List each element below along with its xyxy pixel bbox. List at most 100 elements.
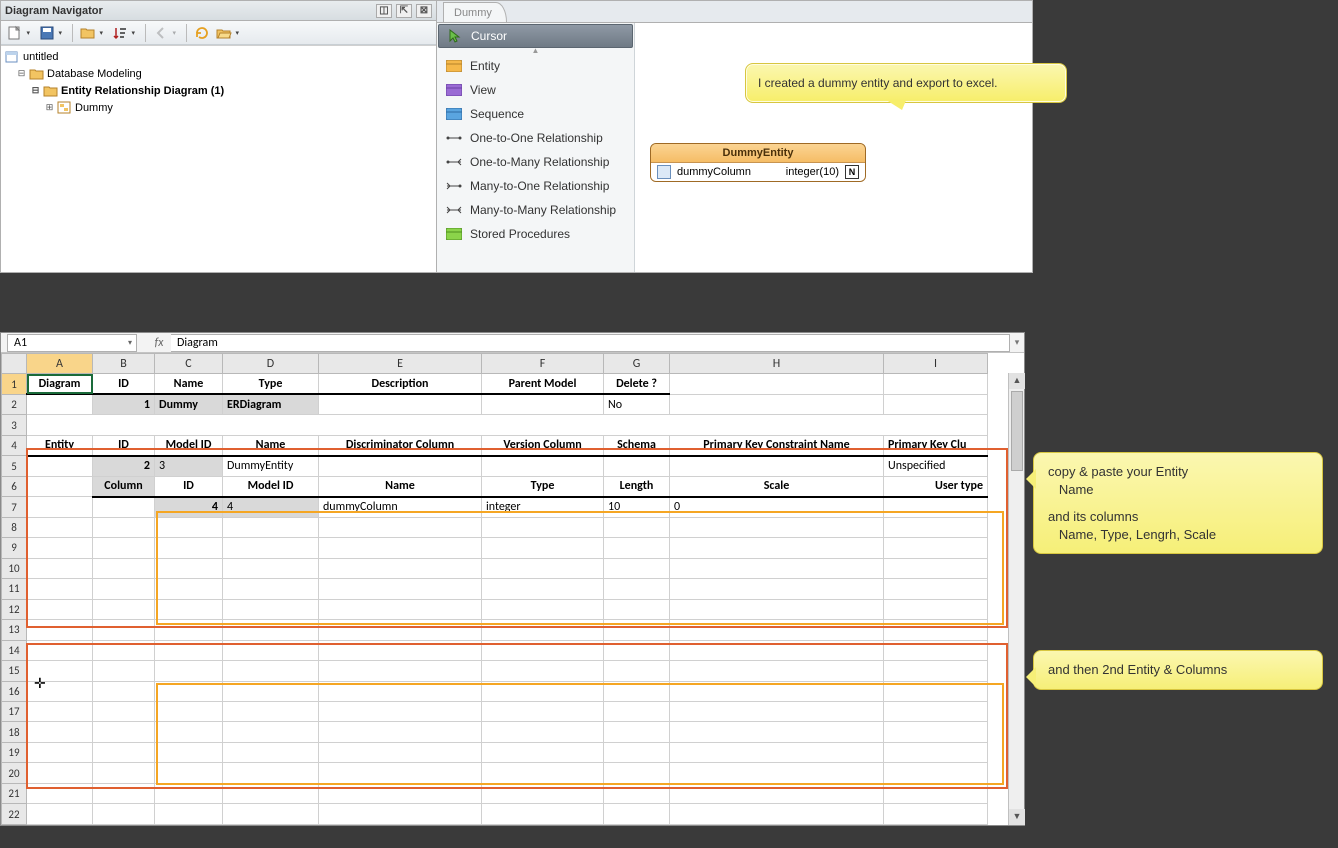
cell[interactable]: [319, 394, 482, 414]
palette-view[interactable]: View: [438, 78, 633, 102]
cell[interactable]: [884, 497, 988, 517]
palette-entity[interactable]: Entity: [438, 54, 633, 78]
canvas-note[interactable]: I created a dummy entity and export to e…: [745, 63, 1067, 103]
cell[interactable]: [93, 701, 155, 721]
cell[interactable]: [604, 640, 670, 660]
cell[interactable]: [223, 640, 319, 660]
cell[interactable]: [884, 742, 988, 762]
palette-many-to-one[interactable]: Many-to-One Relationship: [438, 174, 633, 198]
row-header[interactable]: 5: [2, 456, 27, 476]
cell[interactable]: [482, 722, 604, 742]
cell[interactable]: [884, 640, 988, 660]
cell[interactable]: [93, 804, 155, 825]
cell[interactable]: [27, 742, 93, 762]
cell[interactable]: [604, 456, 670, 476]
cell[interactable]: [482, 640, 604, 660]
cell[interactable]: [884, 783, 988, 803]
cell[interactable]: [93, 558, 155, 578]
cell[interactable]: [604, 620, 670, 640]
cell[interactable]: ERDiagram: [223, 394, 319, 414]
open-folder-button[interactable]: [214, 23, 234, 43]
row-header[interactable]: 2: [2, 394, 27, 414]
nav-back-button[interactable]: [151, 23, 171, 43]
col-header[interactable]: D: [223, 354, 319, 374]
cell[interactable]: [155, 517, 223, 537]
cell[interactable]: 3: [155, 456, 223, 476]
cell[interactable]: [670, 517, 884, 537]
cell[interactable]: [604, 681, 670, 701]
col-header[interactable]: C: [155, 354, 223, 374]
cell[interactable]: [27, 722, 93, 742]
cell[interactable]: [670, 640, 884, 660]
cell[interactable]: [223, 517, 319, 537]
cell[interactable]: [155, 763, 223, 783]
cell[interactable]: [604, 722, 670, 742]
cell[interactable]: [155, 722, 223, 742]
cell[interactable]: [155, 742, 223, 762]
col-header[interactable]: B: [93, 354, 155, 374]
diagram-canvas[interactable]: I created a dummy entity and export to e…: [635, 23, 1032, 272]
cell[interactable]: ID: [93, 374, 155, 394]
cell[interactable]: [482, 763, 604, 783]
cell[interactable]: 4: [223, 497, 319, 517]
cell[interactable]: Parent Model: [482, 374, 604, 394]
cell[interactable]: [670, 456, 884, 476]
cell[interactable]: [27, 701, 93, 721]
cell[interactable]: [223, 579, 319, 599]
row-header[interactable]: 1: [2, 374, 27, 394]
tree-dummy[interactable]: ⊞ Dummy: [3, 99, 434, 116]
cell[interactable]: [604, 579, 670, 599]
row-header[interactable]: 14: [2, 640, 27, 660]
cell[interactable]: [27, 456, 93, 476]
cell[interactable]: [93, 661, 155, 681]
cell[interactable]: [884, 374, 988, 394]
row-header[interactable]: 3: [2, 415, 27, 435]
cell[interactable]: [155, 599, 223, 619]
col-header[interactable]: F: [482, 354, 604, 374]
cell[interactable]: [93, 763, 155, 783]
cell[interactable]: [319, 681, 482, 701]
cell[interactable]: Version Column: [482, 435, 604, 455]
palette-cursor[interactable]: Cursor: [438, 24, 633, 48]
cell[interactable]: [482, 661, 604, 681]
row-header[interactable]: 21: [2, 783, 27, 803]
row-header[interactable]: 13: [2, 620, 27, 640]
cell[interactable]: [670, 558, 884, 578]
cell[interactable]: [93, 783, 155, 803]
cell[interactable]: [884, 804, 988, 825]
cell[interactable]: [223, 558, 319, 578]
row-header[interactable]: 15: [2, 661, 27, 681]
cell[interactable]: [604, 701, 670, 721]
cell[interactable]: [93, 538, 155, 558]
cell[interactable]: [93, 620, 155, 640]
cell[interactable]: [482, 394, 604, 414]
cell[interactable]: [482, 701, 604, 721]
cell[interactable]: Name: [155, 374, 223, 394]
cell[interactable]: [482, 517, 604, 537]
cell[interactable]: [670, 701, 884, 721]
cell[interactable]: [670, 681, 884, 701]
cell[interactable]: Column: [93, 476, 155, 496]
cell[interactable]: Model ID: [155, 435, 223, 455]
cell[interactable]: ID: [93, 435, 155, 455]
cell[interactable]: Dummy: [155, 394, 223, 414]
scroll-up-icon[interactable]: ▲: [1009, 373, 1025, 389]
cell[interactable]: Entity: [27, 435, 93, 455]
cell[interactable]: Name: [223, 435, 319, 455]
cell[interactable]: [223, 804, 319, 825]
cell[interactable]: [670, 763, 884, 783]
cell[interactable]: [670, 661, 884, 681]
row-header[interactable]: 19: [2, 742, 27, 762]
cell[interactable]: [93, 599, 155, 619]
cell[interactable]: Type: [223, 374, 319, 394]
cell[interactable]: [319, 599, 482, 619]
cell[interactable]: [27, 640, 93, 660]
palette-stored-proc[interactable]: Stored Procedures: [438, 222, 633, 246]
cell[interactable]: 2: [93, 456, 155, 476]
cell[interactable]: [604, 558, 670, 578]
cell[interactable]: [604, 763, 670, 783]
tree-expand-icon[interactable]: ⊞: [45, 102, 54, 113]
cell[interactable]: [884, 722, 988, 742]
row-header[interactable]: 10: [2, 558, 27, 578]
cell[interactable]: [884, 538, 988, 558]
